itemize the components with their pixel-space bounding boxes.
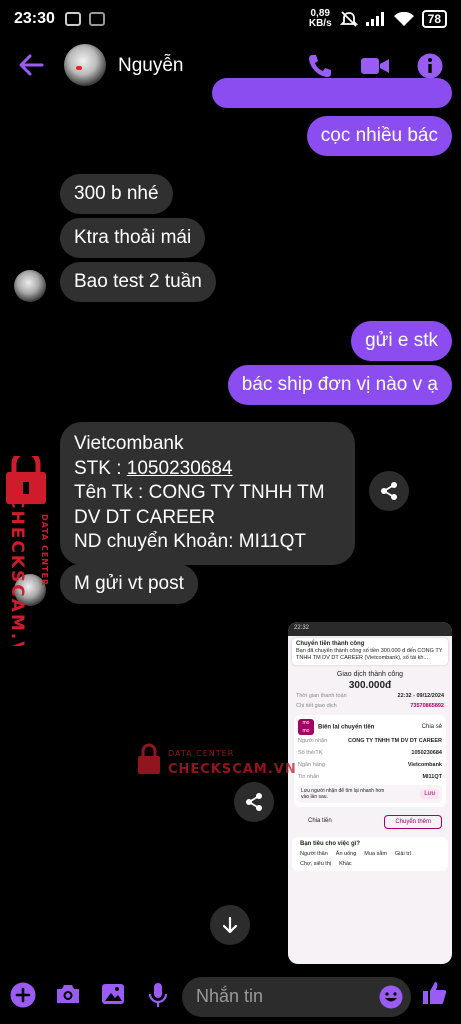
payment-screenshot-image[interactable]: 22:32 Chuyển tiền thành công Bạn đã chuy… <box>288 622 452 964</box>
share-button[interactable] <box>234 782 274 822</box>
account-number-line: STK : 1050230684 <box>74 457 341 482</box>
preview-more-button: Chuyển thêm <box>384 815 442 829</box>
app-notification-icon <box>88 12 105 26</box>
message-bubble[interactable]: bác ship đơn vị nào v ạ <box>227 365 452 405</box>
watermark-top-center: DATA CENTER <box>168 749 234 758</box>
preview-category-card: Bạn tiêu cho việc gì? Người thân Ăn uống… <box>292 837 448 871</box>
contact-avatar[interactable] <box>64 44 106 86</box>
preview-category: Chợ, siêu thị <box>300 861 332 867</box>
bank-info-message[interactable]: Vietcombank STK : 1050230684 Tên Tk : CO… <box>60 422 355 565</box>
contact-name[interactable]: Nguyễn <box>118 55 184 77</box>
preview-status: Giao dịch thành công <box>336 671 404 678</box>
watermark-top-vertical: DATA CENTER <box>40 514 48 586</box>
message-input[interactable]: Nhắn tin <box>182 977 411 1017</box>
preview-category: Giải trí <box>394 851 412 857</box>
thumbs-up-icon[interactable] <box>421 980 447 1006</box>
preview-detail-row: Người nhận CONG TY TNHH TM DV DT CAREER <box>298 735 442 747</box>
preview-detail-value: CONG TY TNHH TM DV DT CAREER <box>347 738 442 744</box>
preview-detail-label: Người nhận <box>298 738 328 744</box>
preview-receipt-title: Biên lai chuyển tiền <box>318 724 375 731</box>
message-composer: Nhắn tin <box>0 972 461 1024</box>
message-bubble[interactable]: gửi e stk <box>351 321 452 361</box>
preview-detail-value: Vietcombank <box>407 762 442 768</box>
transfer-note: ND chuyển Khoản: MI11QT <box>74 531 306 552</box>
sender-avatar[interactable] <box>14 270 46 302</box>
preview-detail-row: Số thẻ/TK 1050230684 <box>298 747 442 759</box>
checkscam-watermark-vertical: DATA CENTER CHECKSCAM.VN <box>6 456 48 646</box>
preview-row: Thời gian thanh toán 22:32 - 09/12/2024 <box>288 691 452 701</box>
share-icon <box>381 482 397 500</box>
phone-icon[interactable] <box>306 52 334 80</box>
preview-row-value: 22:32 - 09/12/2024 <box>397 693 444 699</box>
battery-indicator: 78 <box>421 10 447 28</box>
preview-category: Mua sắm <box>364 851 387 857</box>
preview-categories: Người thân Ăn uống Mua sắm Giải trí Chợ,… <box>292 847 448 871</box>
preview-row: Chi tiết giao dịch 73570865892 <box>288 701 452 711</box>
preview-detail-label: Tin nhắn <box>298 774 320 780</box>
message-bubble-partial[interactable] <box>212 78 452 108</box>
status-time: 23:30 <box>14 10 55 27</box>
preview-detail-value: MI11QT <box>422 774 442 780</box>
preview-category: Khác <box>339 861 352 867</box>
bank-name: Vietcombank <box>74 433 184 454</box>
network-speed-unit: KB/s <box>308 18 332 29</box>
preview-split-button: Chia tiền <box>308 818 332 824</box>
preview-status-time: 22:32 <box>288 622 452 636</box>
gallery-icon[interactable] <box>101 982 125 1006</box>
mic-icon[interactable] <box>148 982 168 1008</box>
preview-notif-title: Chuyển tiền thành công <box>296 641 365 647</box>
share-button[interactable] <box>369 471 409 511</box>
signal-icon <box>365 12 384 26</box>
scroll-to-bottom-button[interactable] <box>210 905 250 945</box>
message-bubble[interactable]: 300 b nhé <box>60 174 173 214</box>
preview-notification: Chuyển tiền thành công Bạn đã chuyển thà… <box>292 638 448 665</box>
preview-detail-label: Ngân hàng <box>298 762 325 768</box>
preview-row-label: Thời gian thanh toán <box>296 693 347 699</box>
momo-logo-icon: mo mo <box>298 719 314 735</box>
watermark-brand-center: CHECKSCAM.VN <box>168 762 296 777</box>
account-holder: Tên Tk : CONG TY TNHH TM DV DT CAREER <box>74 482 325 528</box>
message-bubble[interactable]: M gửi vt post <box>60 564 198 604</box>
message-bubble[interactable]: Bao test 2 tuần <box>60 262 216 302</box>
watermark-brand-vertical: CHECKSCAM.VN <box>7 496 27 646</box>
plus-icon[interactable] <box>10 982 36 1008</box>
notification-icon <box>64 12 81 26</box>
camera-icon[interactable] <box>55 982 81 1006</box>
message-bubble[interactable]: cọc nhiều bác <box>306 116 452 156</box>
checkscam-watermark-center: DATA CENTER CHECKSCAM.VN <box>138 743 296 777</box>
preview-share-label: Chia sẻ <box>421 724 442 730</box>
info-icon[interactable] <box>416 52 444 80</box>
preview-category: Người thân <box>300 851 328 857</box>
share-icon <box>246 793 262 811</box>
emoji-icon[interactable] <box>379 985 403 1009</box>
preview-success: Giao dịch thành công 300.000đ <box>288 671 452 691</box>
arrow-down-icon <box>222 916 238 934</box>
preview-detail-row: Ngân hàng Vietcombank <box>298 759 442 771</box>
preview-notif-body: Bạn đã chuyển thành công số tiền 300.000… <box>296 648 443 661</box>
message-bubble[interactable]: Ktra thoải mái <box>60 218 206 258</box>
preview-detail-label: Số thẻ/TK <box>298 750 323 756</box>
network-speed: 0,89 KB/s <box>309 9 332 29</box>
back-arrow-icon[interactable] <box>18 52 44 78</box>
preview-row-label: Chi tiết giao dịch <box>296 703 337 709</box>
status-bar: 23:30 0,89 KB/s 78 <box>0 0 461 38</box>
account-number-link[interactable]: 1050230684 <box>127 458 233 479</box>
video-icon[interactable] <box>360 52 390 80</box>
preview-save-button: Lưu <box>420 789 439 799</box>
preview-buttons: Chia tiền Chuyển thêm <box>288 811 452 833</box>
preview-save-hint: Lưu người nhận để tìm lại nhanh hơn vào … <box>301 788 385 800</box>
mute-icon <box>339 11 358 27</box>
preview-category: Ăn uống <box>335 851 357 857</box>
preview-receipt-card: mo mo Biên lai chuyển tiền Chia sẻ Người n… <box>294 715 446 807</box>
preview-detail-row: Tin nhắn MI11QT <box>298 771 442 783</box>
preview-row-value: 73570865892 <box>410 703 444 709</box>
wifi-icon <box>393 11 414 26</box>
preview-amount: 300.000đ <box>348 680 392 691</box>
account-number-label: STK : <box>74 457 127 479</box>
preview-detail-value: 1050230684 <box>411 750 442 756</box>
